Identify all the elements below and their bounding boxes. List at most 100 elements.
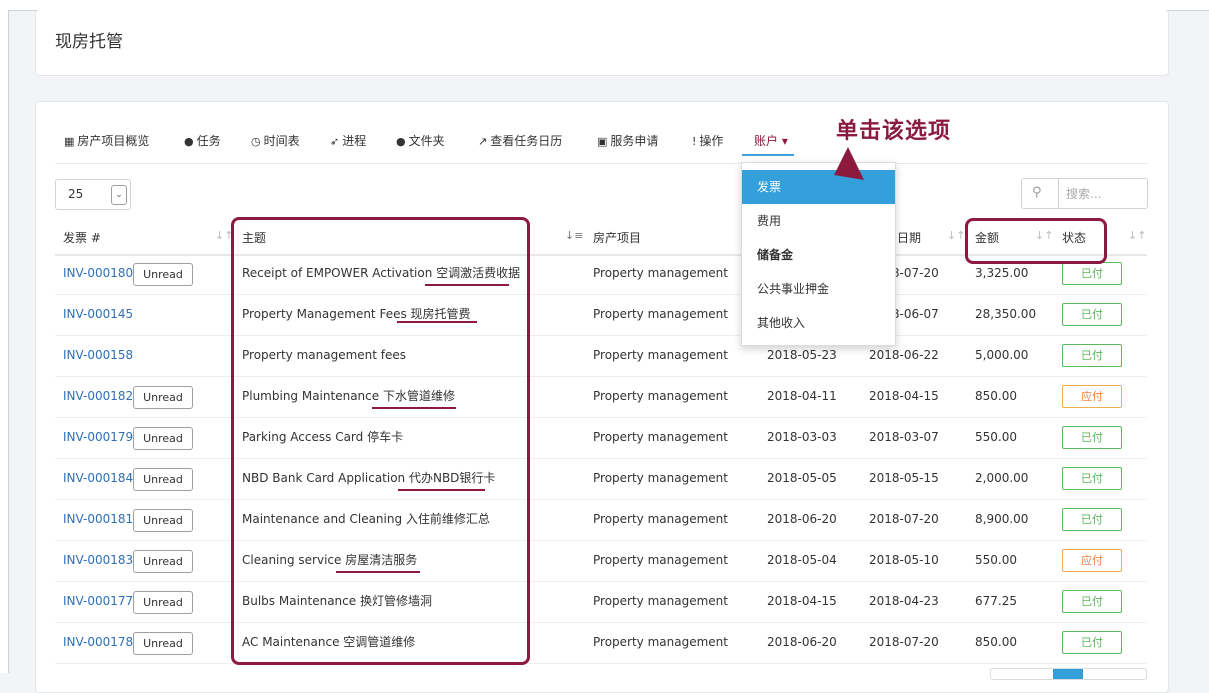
annotation-amount-status-box xyxy=(965,218,1107,264)
header-project[interactable]: 房产项目 xyxy=(593,229,641,246)
unread-button[interactable]: Unread xyxy=(133,550,193,573)
amount: 5,000.00 xyxy=(975,348,1029,362)
project-link[interactable]: Property management xyxy=(593,458,728,499)
due-date: 2018-03-07 xyxy=(869,430,939,444)
invoice-link[interactable]: INV-000181 xyxy=(63,499,133,540)
tab-actions[interactable]: ! 操作 xyxy=(692,126,723,156)
annotation-underline xyxy=(398,489,485,491)
project-link[interactable]: Property management xyxy=(593,376,728,417)
sort-icon[interactable]: ↓≡ xyxy=(565,229,583,242)
menu-item-expenses[interactable]: 费用 xyxy=(742,204,895,238)
menu-item-utility-deposit[interactable]: 公共事业押金 xyxy=(742,272,895,306)
status-badge: 已付 xyxy=(1062,590,1122,613)
due-date: 2018-07-20 xyxy=(869,635,939,649)
amount: 28,350.00 xyxy=(975,307,1037,321)
line-chart-icon: ↗ xyxy=(478,135,488,148)
annotation-text: 单击该选项 xyxy=(836,119,952,144)
status-badge: 已付 xyxy=(1062,631,1122,654)
project-link[interactable]: Property management xyxy=(593,581,728,622)
pagination-current-page[interactable] xyxy=(1053,669,1083,679)
project-link[interactable]: Property management xyxy=(593,335,728,376)
amount: 2,000.00 xyxy=(975,471,1029,485)
tab-service-requests[interactable]: ▣ 服务申请 xyxy=(597,126,658,156)
search-box: ⚲ xyxy=(1021,178,1148,209)
tabs-divider xyxy=(55,163,1147,164)
annotation-underline xyxy=(397,321,477,323)
unread-button[interactable]: Unread xyxy=(133,591,193,614)
status-badge: 已付 xyxy=(1062,344,1122,367)
table-row: INV-000184 Unread NBD Bank Card Applicat… xyxy=(55,458,1147,500)
annotation-underline xyxy=(425,284,509,286)
chevron-down-icon[interactable]: ⌄ xyxy=(111,185,127,205)
comment-icon: ● xyxy=(396,135,406,148)
status-badge: 应付 xyxy=(1062,385,1122,408)
search-input[interactable] xyxy=(1064,183,1146,204)
id-card-icon: ▣ xyxy=(597,135,608,148)
invoice-link[interactable]: INV-000180 xyxy=(63,253,133,294)
amount: 8,900.00 xyxy=(975,512,1029,526)
sort-icon[interactable]: ↓↑ xyxy=(947,229,965,242)
invoice-date: 2018-06-20 xyxy=(767,635,837,649)
header-date[interactable]: 日期 xyxy=(897,229,921,246)
status-badge: 应付 xyxy=(1062,549,1122,572)
search-divider xyxy=(1058,179,1059,208)
invoice-date: 2018-05-04 xyxy=(767,553,837,567)
page-length-select[interactable]: 25 ⌄ xyxy=(55,179,131,210)
project-link[interactable]: Property management xyxy=(593,540,728,581)
table-row: INV-000177 Unread Bulbs Maintenance 换灯管修… xyxy=(55,581,1147,623)
status-badge: 已付 xyxy=(1062,426,1122,449)
tab-overview[interactable]: ▦ 房产项目概览 xyxy=(64,126,149,156)
unread-button[interactable]: Unread xyxy=(133,509,193,532)
accounts-dropdown-menu: 发票 费用 储备金 公共事业押金 其他收入 xyxy=(741,162,896,346)
amount: 850.00 xyxy=(975,635,1017,649)
clock-icon: ◷ xyxy=(251,135,261,148)
page-header-card: 现房托管 xyxy=(35,10,1169,76)
sort-icon[interactable]: ↓↑ xyxy=(1128,229,1146,242)
grid-icon: ▦ xyxy=(64,135,75,148)
invoice-link[interactable]: INV-000184 xyxy=(63,458,133,499)
invoice-link[interactable]: INV-000183 xyxy=(63,540,133,581)
due-date: 2018-04-23 xyxy=(869,594,939,608)
tab-task-calendar[interactable]: ↗ 查看任务日历 xyxy=(478,126,562,156)
unread-button[interactable]: Unread xyxy=(133,386,193,409)
due-date: 2018-05-10 xyxy=(869,553,939,567)
tab-files[interactable]: ● 文件夹 xyxy=(396,126,445,156)
header-invoice[interactable]: 发票 # xyxy=(63,229,101,246)
unread-button[interactable]: Unread xyxy=(133,427,193,450)
tab-timesheet[interactable]: ◷ 时间表 xyxy=(251,126,300,156)
rocket-icon: ➶ xyxy=(330,135,340,148)
invoice-link[interactable]: INV-000177 xyxy=(63,581,133,622)
amount: 550.00 xyxy=(975,430,1017,444)
menu-item-other-income[interactable]: 其他收入 xyxy=(742,306,895,340)
invoice-link[interactable]: INV-000179 xyxy=(63,417,133,458)
unread-button[interactable]: Unread xyxy=(133,263,193,286)
annotation-underline xyxy=(372,407,456,409)
page-title: 现房托管 xyxy=(55,32,123,52)
invoice-date: 2018-04-11 xyxy=(767,389,837,403)
invoice-link[interactable]: INV-000178 xyxy=(63,622,133,663)
tab-milestones[interactable]: ➶ 进程 xyxy=(330,126,366,156)
unread-button[interactable]: Unread xyxy=(133,468,193,491)
status-badge: 已付 xyxy=(1062,508,1122,531)
invoice-link[interactable]: INV-000145 xyxy=(63,294,133,335)
invoice-link[interactable]: INV-000158 xyxy=(63,335,133,376)
project-link[interactable]: Property management xyxy=(593,622,728,663)
invoice-date: 2018-05-05 xyxy=(767,471,837,485)
unread-button[interactable]: Unread xyxy=(133,632,193,655)
project-link[interactable]: Property management xyxy=(593,253,728,294)
invoice-link[interactable]: INV-000182 xyxy=(63,376,133,417)
due-date: 2018-04-15 xyxy=(869,389,939,403)
annotation-arrow-icon xyxy=(834,147,864,180)
table-row: INV-000179 Unread Parking Access Card 停车… xyxy=(55,417,1147,459)
project-link[interactable]: Property management xyxy=(593,417,728,458)
menu-item-reserve-fund[interactable]: 储备金 xyxy=(742,238,895,272)
amount: 850.00 xyxy=(975,389,1017,403)
due-date: 2018-07-20 xyxy=(869,512,939,526)
check-circle-icon: ● xyxy=(184,135,194,148)
status-badge: 已付 xyxy=(1062,262,1122,285)
status-badge: 已付 xyxy=(1062,467,1122,490)
project-link[interactable]: Property management xyxy=(593,294,728,335)
tab-accounts[interactable]: 账户 ▾ xyxy=(742,126,794,156)
tab-tasks[interactable]: ● 任务 xyxy=(184,126,221,156)
project-link[interactable]: Property management xyxy=(593,499,728,540)
